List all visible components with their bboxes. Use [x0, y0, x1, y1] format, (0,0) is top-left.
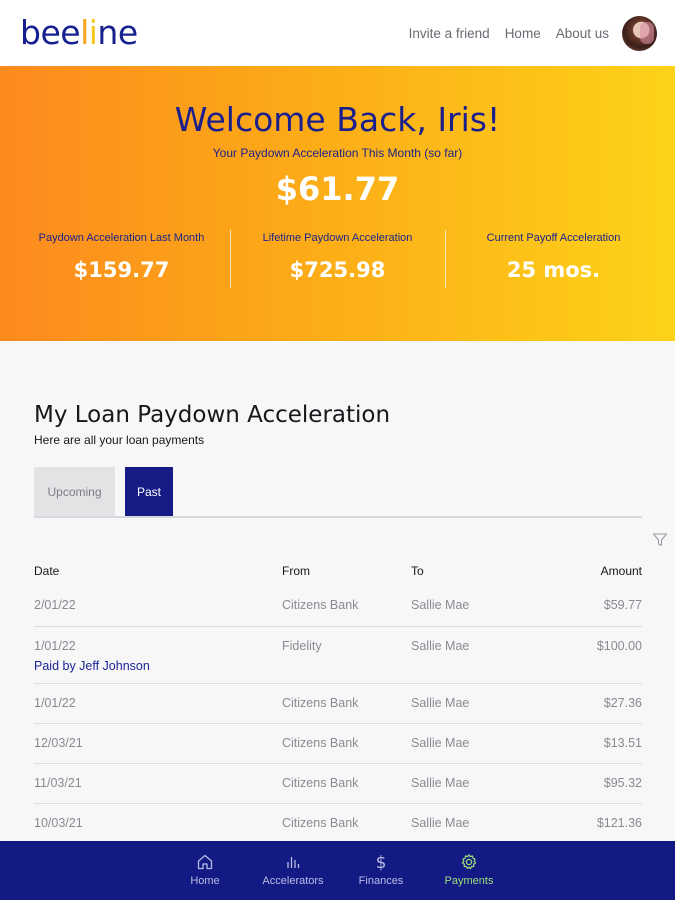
stat-payoff: Current Payoff Acceleration 25 mos.: [446, 231, 661, 283]
beeline-logo[interactable]: beeline: [20, 13, 138, 53]
table-row[interactable]: 10/03/21 Citizens Bank Sallie Mae $121.3…: [34, 803, 642, 844]
month-acceleration-amount: $61.77: [275, 170, 400, 208]
welcome-heading: Welcome Back, Iris!: [174, 100, 501, 139]
nav-about-us[interactable]: About us: [556, 24, 609, 44]
cell-date: 11/03/21: [34, 763, 282, 804]
stat-label: Lifetime Paydown Acceleration: [262, 232, 413, 244]
stat-value: $159.77: [73, 258, 170, 282]
cell-date-with-note: 1/01/22 Paid by Jeff Johnson: [34, 626, 282, 684]
tabs-underline: [34, 516, 642, 518]
cell-to: Sallie Mae: [411, 723, 561, 764]
bottom-nav-finances[interactable]: $ Finances: [336, 853, 426, 887]
stat-label: Current Payoff Acceleration: [486, 232, 621, 244]
cell-amount: $95.32: [561, 763, 642, 804]
bottom-nav-home[interactable]: Home: [160, 853, 250, 887]
cell-amount: $27.36: [561, 683, 642, 724]
paid-by-note: Paid by Jeff Johnson: [34, 658, 150, 673]
hero-banner: Welcome Back, Iris! Your Paydown Acceler…: [0, 66, 675, 341]
table-row[interactable]: 1/01/22 Paid by Jeff Johnson Fidelity Sal…: [34, 626, 642, 684]
cell-date: 2/01/22: [34, 586, 282, 627]
nav-invite-friend[interactable]: Invite a friend: [409, 24, 490, 44]
section-subtitle: Here are all your loan payments: [34, 433, 205, 447]
stat-value: $725.98: [289, 258, 386, 282]
col-header-from[interactable]: From: [282, 556, 411, 586]
filter-icon[interactable]: [652, 532, 668, 548]
cell-amount: $13.51: [561, 723, 642, 764]
logo-text-1: bee: [20, 13, 81, 52]
tab-past[interactable]: Past: [125, 467, 173, 516]
table-row[interactable]: 2/01/22 Citizens Bank Sallie Mae $59.77: [34, 586, 642, 627]
bottom-nav-label: Payments: [444, 875, 494, 887]
cell-to: Sallie Mae: [411, 763, 561, 804]
table-header-row: Date From To Amount: [34, 556, 642, 586]
cell-date: 10/03/21: [34, 803, 282, 844]
cell-to: Sallie Mae: [411, 683, 561, 724]
table-row[interactable]: 11/03/21 Citizens Bank Sallie Mae $95.32: [34, 763, 642, 804]
bottom-nav-payments[interactable]: Payments: [424, 853, 514, 887]
top-nav: Invite a friend Home About us: [409, 24, 609, 44]
stat-label: Paydown Acceleration Last Month: [38, 232, 205, 244]
cell-to: Sallie Mae: [411, 586, 561, 627]
cell-from: Citizens Bank: [282, 586, 411, 627]
top-header: beeline Invite a friend Home About us: [0, 0, 675, 66]
bottom-nav-label: Finances: [358, 875, 404, 887]
cell-date: 1/01/22: [34, 638, 76, 653]
logo-text-2: l: [80, 13, 89, 52]
table-row[interactable]: 1/01/22 Citizens Bank Sallie Mae $27.36: [34, 683, 642, 724]
stat-last-month: Paydown Acceleration Last Month $159.77: [14, 231, 229, 283]
home-icon: [197, 854, 213, 870]
col-header-to[interactable]: To: [411, 556, 561, 586]
table-row[interactable]: 12/03/21 Citizens Bank Sallie Mae $13.51: [34, 723, 642, 764]
cell-from: Fidelity: [282, 626, 411, 684]
cell-amount: $100.00: [561, 626, 642, 684]
gear-icon: [461, 854, 477, 870]
col-header-amount[interactable]: Amount: [561, 556, 642, 586]
bottom-nav-label: Accelerators: [262, 875, 324, 887]
stat-value: 25 mos.: [506, 258, 601, 282]
bottom-nav-accelerators[interactable]: Accelerators: [248, 853, 338, 887]
tab-upcoming[interactable]: Upcoming: [34, 467, 115, 516]
cell-amount: $59.77: [561, 586, 642, 627]
cell-to: Sallie Mae: [411, 626, 561, 684]
cell-from: Citizens Bank: [282, 723, 411, 764]
cell-date: 12/03/21: [34, 723, 282, 764]
cell-from: Citizens Bank: [282, 803, 411, 844]
cell-amount: $121.36: [561, 803, 642, 844]
user-avatar[interactable]: [622, 16, 657, 51]
bottom-nav: Home Accelerators $ Finances Payments: [0, 841, 675, 900]
cell-to: Sallie Mae: [411, 803, 561, 844]
svg-text:$: $: [376, 853, 387, 871]
nav-home[interactable]: Home: [505, 24, 541, 44]
bar-chart-icon: [287, 857, 300, 868]
cell-from: Citizens Bank: [282, 763, 411, 804]
cell-date: 1/01/22: [34, 683, 282, 724]
bottom-nav-label: Home: [190, 875, 220, 887]
stat-lifetime: Lifetime Paydown Acceleration $725.98: [230, 231, 445, 283]
cell-from: Citizens Bank: [282, 683, 411, 724]
logo-text-4: ne: [97, 13, 138, 52]
payments-table: Date From To Amount 2/01/22 Citizens Ban…: [34, 556, 642, 844]
section-title: My Loan Paydown Acceleration: [34, 402, 391, 428]
col-header-date[interactable]: Date: [34, 556, 282, 586]
hero-subtitle: Your Paydown Acceleration This Month (so…: [212, 146, 463, 160]
dollar-icon: $: [376, 853, 387, 871]
